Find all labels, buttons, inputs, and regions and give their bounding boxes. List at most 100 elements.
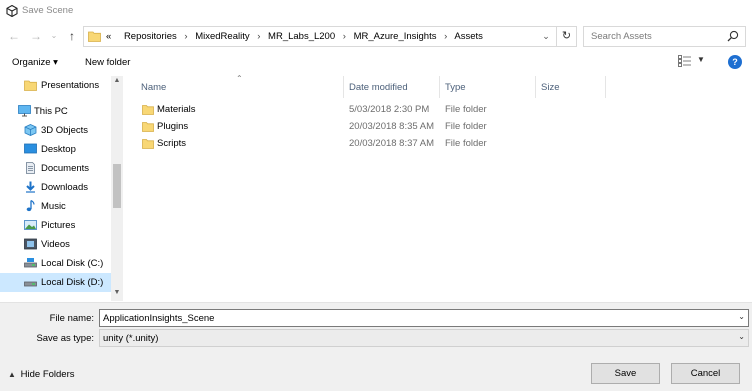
up-arrow-icon[interactable]: ↑ — [64, 28, 80, 44]
breadcrumb-separator: › — [342, 31, 346, 42]
file-date: 20/03/2018 8:35 AM — [349, 121, 435, 132]
breadcrumb-overflow[interactable]: « — [106, 31, 111, 42]
sidebar-scrollbar[interactable]: ▲ ▼ — [111, 76, 123, 301]
chevron-down-icon[interactable]: ⌄ — [738, 312, 745, 321]
documents-icon — [26, 162, 35, 174]
sidebar-item-label: Downloads — [41, 182, 88, 193]
column-header-date[interactable]: Date modified — [349, 82, 408, 93]
pc-icon — [18, 105, 31, 117]
breadcrumb-item[interactable]: MixedReality — [195, 31, 249, 42]
sidebar-item-label: Desktop — [41, 144, 76, 155]
file-name: Plugins — [157, 121, 189, 132]
downloads-icon — [26, 181, 35, 193]
sidebar-item-label: Presentations — [41, 80, 100, 91]
breadcrumb: « Repositories › MixedReality › MR_Labs_… — [106, 31, 483, 42]
videos-icon — [24, 238, 37, 250]
file-name: Materials — [157, 104, 196, 115]
sidebar-item-local-disk-d[interactable]: Local Disk (D:) — [0, 273, 111, 292]
sidebar-item-3d-objects[interactable]: 3D Objects — [0, 121, 110, 140]
folder-icon — [142, 122, 154, 132]
sidebar-item-downloads[interactable]: Downloads — [0, 178, 110, 197]
view-options-icon[interactable] — [678, 55, 692, 67]
chevron-down-icon[interactable]: ⌄ — [46, 28, 62, 44]
file-name-input[interactable]: ApplicationInsights_Scene — [103, 313, 214, 324]
collapse-caret-icon: ▲ — [8, 370, 16, 379]
sidebar-item-videos[interactable]: Videos — [0, 235, 110, 254]
music-icon — [26, 200, 35, 212]
sidebar-item-this-pc[interactable]: This PC — [0, 102, 110, 121]
hide-folders-label: Hide Folders — [20, 369, 75, 380]
folder-icon — [142, 105, 154, 115]
sort-ascending-icon: ⌃ — [236, 74, 243, 83]
address-history-chevron-icon[interactable]: ⌄ — [539, 29, 553, 44]
sidebar-item-label: Music — [41, 201, 66, 212]
forward-arrow-icon[interactable]: → — [28, 28, 44, 44]
column-divider[interactable] — [439, 76, 440, 98]
refresh-icon[interactable]: ↻ — [556, 27, 576, 46]
scroll-down-icon[interactable]: ▼ — [111, 289, 123, 296]
search-box[interactable]: Search Assets — [583, 26, 746, 47]
breadcrumb-item[interactable]: MR_Labs_L200 — [268, 31, 335, 42]
table-row[interactable]: Scripts 20/03/2018 8:37 AM File folder — [124, 135, 752, 152]
breadcrumb-separator: › — [444, 31, 448, 42]
breadcrumb-item[interactable]: Assets — [454, 31, 483, 42]
scrollbar-thumb[interactable] — [113, 164, 121, 208]
save-button[interactable]: Save — [591, 363, 660, 384]
window-title: Save Scene — [22, 5, 74, 16]
sidebar-item-label: Videos — [41, 239, 70, 250]
column-header-type[interactable]: Type — [445, 82, 466, 93]
pictures-icon — [24, 220, 37, 230]
column-divider[interactable] — [605, 76, 606, 98]
folder-icon — [88, 31, 101, 42]
sidebar-item-label: Pictures — [41, 220, 76, 231]
file-type: File folder — [445, 104, 487, 115]
drive-icon — [24, 258, 37, 268]
navigation-pane: Presentations This PC 3D Objects Desktop… — [0, 76, 124, 301]
column-divider[interactable] — [343, 76, 344, 98]
file-type: File folder — [445, 138, 487, 149]
sidebar-item-pictures[interactable]: Pictures — [0, 216, 110, 235]
chevron-down-icon[interactable]: ⌄ — [738, 332, 745, 341]
sidebar-item-label: 3D Objects — [41, 125, 88, 136]
sidebar-item-label: Local Disk (C:) — [41, 258, 104, 269]
search-input[interactable]: Search Assets — [591, 31, 652, 42]
save-type-select[interactable]: unity (*.unity) ⌄ — [99, 329, 749, 347]
file-name: Scripts — [157, 138, 187, 149]
search-icon[interactable] — [727, 30, 739, 42]
table-row[interactable]: Plugins 20/03/2018 8:35 AM File folder — [124, 118, 752, 135]
hide-folders-button[interactable]: ▲ Hide Folders — [8, 369, 75, 380]
address-bar[interactable]: « Repositories › MixedReality › MR_Labs_… — [83, 26, 577, 47]
new-folder-button[interactable]: New folder — [85, 57, 130, 68]
sidebar-item-music[interactable]: Music — [0, 197, 110, 216]
view-dropdown-icon[interactable]: ▼ — [697, 55, 705, 64]
help-icon[interactable]: ? — [728, 55, 742, 69]
back-arrow-icon[interactable]: ← — [6, 28, 22, 44]
breadcrumb-separator: › — [257, 31, 261, 42]
sidebar-item-local-disk-c[interactable]: Local Disk (C:) — [0, 254, 110, 273]
sidebar-item-documents[interactable]: Documents — [0, 159, 110, 178]
breadcrumb-item[interactable]: Repositories — [124, 31, 177, 42]
sidebar-item-desktop[interactable]: Desktop — [0, 140, 110, 159]
file-date: 5/03/2018 2:30 PM — [349, 104, 430, 115]
sidebar-item-label: Local Disk (D:) — [41, 277, 104, 288]
file-name-field[interactable]: ApplicationInsights_Scene ⌄ — [99, 309, 749, 327]
column-divider[interactable] — [535, 76, 536, 98]
3d-objects-icon — [24, 124, 37, 136]
cancel-button[interactable]: Cancel — [671, 363, 740, 384]
breadcrumb-separator: › — [184, 31, 188, 42]
desktop-icon — [24, 143, 37, 154]
save-type-label: Save as type: — [36, 333, 94, 344]
breadcrumb-item[interactable]: MR_Azure_Insights — [354, 31, 437, 42]
column-header-size[interactable]: Size — [541, 82, 559, 93]
scroll-up-icon[interactable]: ▲ — [111, 77, 123, 84]
sidebar-item-label: Documents — [41, 163, 90, 174]
organize-button[interactable]: Organize ▾ — [12, 57, 58, 68]
drive-icon — [24, 281, 37, 287]
table-row[interactable]: Materials 5/03/2018 2:30 PM File folder — [124, 101, 752, 118]
folder-icon — [24, 80, 37, 91]
sidebar-item-presentations[interactable]: Presentations — [0, 76, 110, 95]
file-list: ⌃ Name Date modified Type Size Materials… — [124, 74, 752, 301]
sidebar-item-label: This PC — [34, 106, 68, 117]
file-type: File folder — [445, 121, 487, 132]
column-header-name[interactable]: Name — [141, 82, 166, 93]
